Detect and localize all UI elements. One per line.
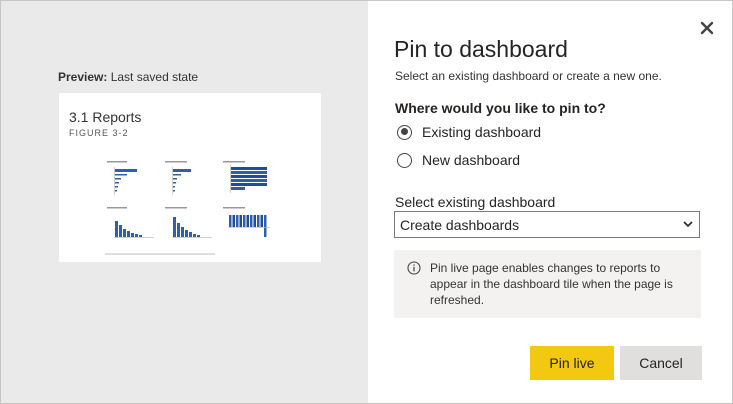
preview-label-text: Last saved state bbox=[110, 70, 199, 84]
pin-live-button[interactable]: Pin live bbox=[530, 346, 614, 380]
preview-pane: Preview: Last saved state 3.1 Reports FI… bbox=[1, 1, 368, 403]
radio-label-existing: Existing dashboard bbox=[422, 124, 542, 140]
mini-chart-3 bbox=[223, 161, 267, 193]
info-message-text: Pin live page enables changes to reports… bbox=[430, 261, 673, 307]
chevron-down-icon bbox=[683, 221, 693, 228]
preview-label: Preview: Last saved state bbox=[58, 70, 198, 84]
pin-to-dashboard-dialog: Preview: Last saved state 3.1 Reports FI… bbox=[0, 0, 733, 404]
dashboard-select-value: Create dashboards bbox=[400, 216, 520, 233]
preview-label-bold: Preview: bbox=[58, 70, 108, 84]
dialog-title: Pin to dashboard bbox=[394, 36, 568, 62]
info-icon bbox=[407, 261, 421, 275]
cancel-button[interactable]: Cancel bbox=[620, 346, 702, 380]
mini-chart-4 bbox=[107, 207, 154, 238]
close-icon bbox=[700, 21, 714, 35]
report-thumbnail: 3.1 Reports FIGURE 3-2 bbox=[59, 93, 321, 262]
mini-chart-6 bbox=[223, 207, 270, 237]
radio-existing-dashboard[interactable]: Existing dashboard bbox=[397, 123, 541, 141]
dashboard-select[interactable]: Create dashboards bbox=[394, 211, 700, 238]
thumbnail-mini-charts bbox=[107, 161, 270, 238]
thumbnail-subtitle: FIGURE 3-2 bbox=[69, 128, 129, 138]
mini-chart-1 bbox=[107, 161, 137, 195]
select-dashboard-label: Select existing dashboard bbox=[395, 194, 556, 210]
pin-location-question: Where would you like to pin to? bbox=[395, 100, 606, 116]
dialog-subtitle: Select an existing dashboard or create a… bbox=[395, 69, 662, 83]
thumbnail-footer-line bbox=[105, 253, 215, 255]
mini-chart-2 bbox=[165, 161, 191, 195]
info-message-box: Pin live page enables changes to reports… bbox=[394, 250, 701, 318]
radio-label-new: New dashboard bbox=[422, 152, 521, 168]
thumbnail-title: 3.1 Reports bbox=[69, 109, 142, 125]
radio-new-dashboard[interactable]: New dashboard bbox=[397, 151, 520, 169]
mini-chart-5 bbox=[165, 207, 212, 238]
radio-button-existing[interactable] bbox=[397, 124, 412, 140]
close-button[interactable] bbox=[698, 19, 716, 37]
radio-button-new[interactable] bbox=[397, 152, 412, 168]
